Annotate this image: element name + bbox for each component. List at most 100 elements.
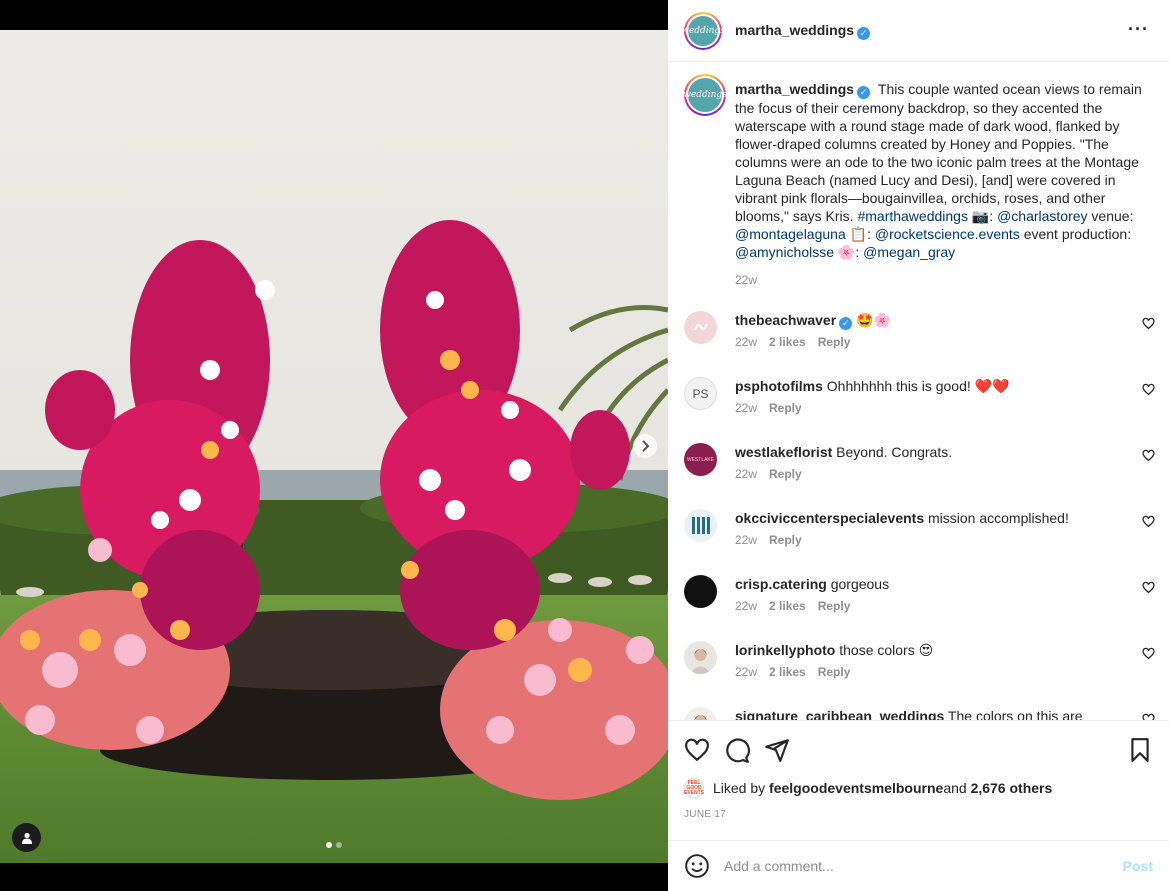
caption-author-avatar[interactable]: weddings	[683, 74, 727, 116]
reply-button[interactable]: Reply	[769, 533, 802, 547]
caption-link[interactable]: @amynicholsse	[735, 244, 834, 260]
comment-text: The colors on this are	[944, 708, 1083, 720]
comment-like-heart-icon[interactable]	[1142, 317, 1155, 330]
comments-scroll-area[interactable]: weddings martha_weddings ✓ This couple wa…	[668, 62, 1169, 720]
comment-meta: 22w 2 likes Reply	[735, 665, 850, 679]
reply-button[interactable]: Reply	[769, 467, 802, 481]
caption-link[interactable]: #marthaweddings	[857, 208, 968, 224]
reply-button[interactable]: Reply	[818, 665, 851, 679]
carousel-indicator	[326, 842, 342, 848]
profile-photo-icon	[690, 649, 711, 674]
commenter-username[interactable]: signature_caribbean_weddings	[735, 708, 944, 720]
building-logo-icon	[692, 517, 710, 534]
more-options-button[interactable]: ···	[1128, 19, 1149, 39]
more-horizontal-icon: ···	[1128, 19, 1149, 39]
comment-row: WESTLAKE westlakeflorist Beyond. Congrats…	[668, 443, 1169, 509]
comment-like-heart-icon[interactable]	[1142, 515, 1155, 528]
carousel-dot-active	[326, 842, 332, 848]
profile-photo-icon	[694, 715, 707, 720]
comment-like-heart-icon[interactable]	[1142, 449, 1155, 462]
comment-like-heart-icon[interactable]	[1142, 647, 1155, 660]
commenter-avatar[interactable]	[684, 641, 717, 674]
reply-button[interactable]: Reply	[818, 599, 851, 613]
comment-meta: 22w Reply	[735, 467, 802, 481]
tagged-users-button[interactable]	[12, 823, 41, 852]
liker-avatar[interactable]: FEEL GOOD EVENTS	[684, 778, 704, 798]
ceremony-photo-illustration	[0, 30, 668, 863]
comment-age: 22w	[735, 401, 758, 415]
caption-segment: venue:	[1087, 208, 1134, 224]
caption-link[interactable]: @montagelaguna	[735, 226, 846, 242]
commenter-avatar[interactable]	[684, 311, 717, 344]
verified-badge-icon: ✓	[857, 26, 871, 40]
comment-age: 22w	[735, 467, 758, 481]
others-count-link[interactable]: 2,676 others	[971, 780, 1053, 796]
commenter-username[interactable]: lorinkellyphoto	[735, 642, 835, 658]
caption-segment: event production:	[1019, 226, 1132, 242]
comment-like-heart-icon[interactable]	[1142, 713, 1155, 720]
post-actions-bar	[668, 720, 1169, 778]
comment-meta: 22w Reply	[735, 401, 802, 415]
caption-link[interactable]: @charlastorey	[997, 208, 1087, 224]
commenter-avatar-text: PS	[692, 386, 709, 401]
comment-row: lorinkellyphoto those colors 😍 22w 2 likes…	[668, 641, 1169, 707]
caption-segment: This couple wanted ocean views to remain…	[735, 81, 1142, 224]
caption-segment: 📷:	[967, 208, 998, 224]
comment-row: PS psphotofilms Ohhhhhhh this is good! ❤️…	[668, 377, 1169, 443]
likes-prefix: Liked by	[713, 780, 766, 796]
commenter-avatar[interactable]: PS	[684, 377, 717, 410]
caption-avatar-logo: weddings	[683, 78, 727, 112]
author-avatar-logo: weddings	[681, 15, 725, 46]
user-icon	[21, 832, 32, 844]
caption-link[interactable]: @rocketscience.events	[875, 226, 1020, 242]
post-details-panel: weddings martha_weddings ✓ ··· weddings m…	[668, 0, 1169, 891]
chevron-right-icon	[642, 440, 650, 452]
caption-author-username[interactable]: martha_weddings	[735, 81, 854, 97]
author-avatar[interactable]: weddings	[681, 11, 725, 50]
commenter-avatar[interactable]	[684, 707, 717, 720]
commenter-username[interactable]: thebeachwaver	[735, 312, 836, 328]
reply-button[interactable]: Reply	[818, 335, 851, 349]
comment-likes-count[interactable]: 2 likes	[769, 665, 806, 679]
carousel-next-button[interactable]	[633, 434, 657, 458]
comment-likes-count[interactable]: 2 likes	[769, 599, 806, 613]
likes-summary: FEEL GOOD EVENTS Liked by feelgoodevents…	[684, 778, 1053, 798]
comment-meta: 22w Reply	[735, 533, 802, 547]
verified-badge-icon: ✓	[839, 317, 853, 330]
caption-link[interactable]: @megan_gray	[863, 244, 955, 260]
commenter-username[interactable]: okcciviccenterspecialevents	[735, 510, 924, 526]
author-username[interactable]: martha_weddings ✓	[735, 22, 871, 40]
commenter-username[interactable]: psphotofilms	[735, 378, 823, 394]
comment-likes-count[interactable]: 2 likes	[769, 335, 806, 349]
wave-logo-icon	[694, 323, 708, 331]
commenter-avatar[interactable]	[684, 575, 717, 608]
share-paper-plane-icon[interactable]	[764, 737, 790, 763]
comment-meta: 22w 2 likes Reply	[735, 335, 850, 349]
comment-meta: 22w 2 likes Reply	[735, 599, 850, 613]
post-media	[0, 0, 668, 891]
like-heart-icon[interactable]	[684, 737, 710, 763]
emoji-smiley-icon[interactable]	[684, 853, 710, 879]
post-photo[interactable]	[0, 30, 668, 863]
post-date[interactable]: JUNE 17	[684, 809, 726, 820]
caption-segment: 📋:	[845, 226, 875, 242]
comment-bubble-icon[interactable]	[724, 737, 750, 763]
post-comment-button[interactable]: Post	[1123, 858, 1153, 874]
commenter-avatar[interactable]: WESTLAKE	[684, 443, 717, 476]
liker-username[interactable]: feelgoodeventsmelbourne	[769, 780, 943, 796]
commenter-avatar[interactable]	[684, 509, 717, 542]
save-bookmark-icon[interactable]	[1127, 737, 1153, 763]
comment-input[interactable]	[724, 854, 1104, 878]
comment-age: 22w	[735, 335, 758, 349]
comment-row: crisp.catering gorgeous 22w 2 likes Reply	[668, 575, 1169, 641]
comment-text: mission accomplished!	[924, 510, 1069, 526]
comment-age: 22w	[735, 599, 758, 613]
caption-text: This couple wanted ocean views to remain…	[735, 81, 1142, 260]
commenter-username[interactable]: crisp.catering	[735, 576, 827, 592]
comment-text: Ohhhhhhh this is good! ❤️❤️	[822, 378, 1010, 394]
comment-like-heart-icon[interactable]	[1142, 383, 1155, 396]
comment-age: 22w	[735, 665, 758, 679]
reply-button[interactable]: Reply	[769, 401, 802, 415]
comment-like-heart-icon[interactable]	[1142, 581, 1155, 594]
commenter-username[interactable]: westlakeflorist	[735, 444, 832, 460]
